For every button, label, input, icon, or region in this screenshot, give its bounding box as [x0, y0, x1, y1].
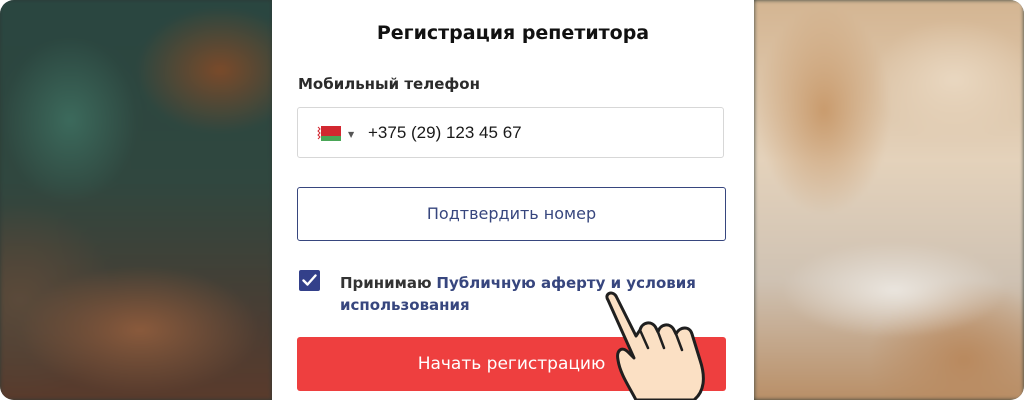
phone-input[interactable]: +375 (29) 123 45 67	[368, 123, 522, 143]
confirm-number-button[interactable]: Подтвердить номер	[297, 187, 726, 241]
agree-checkbox[interactable]	[299, 270, 320, 291]
agree-prefix: Принимаю	[340, 274, 432, 292]
screen: Регистрация репетитора Мобильный телефон…	[0, 0, 1024, 400]
background-photo-left	[0, 0, 272, 400]
background-photo-right	[754, 0, 1024, 400]
belarus-flag-icon[interactable]	[317, 126, 341, 141]
check-icon	[302, 274, 317, 286]
pointing-hand-icon	[596, 290, 736, 400]
phone-label: Мобильный телефон	[298, 75, 480, 93]
country-dropdown-icon[interactable]: ▼	[348, 130, 354, 139]
page-title: Регистрация репетитора	[376, 22, 650, 44]
phone-field[interactable]: ▼ +375 (29) 123 45 67	[297, 107, 724, 158]
